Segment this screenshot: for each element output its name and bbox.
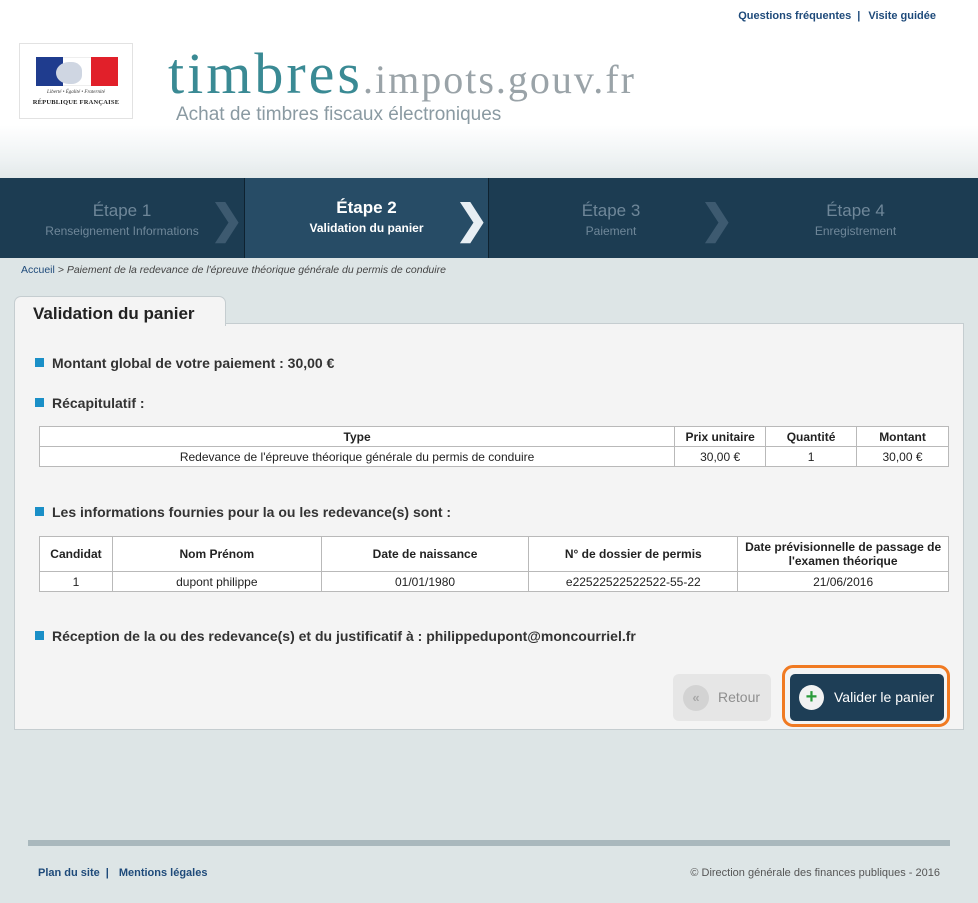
step-1-subtitle: Renseignement Informations <box>45 224 199 238</box>
step-4: Étape 4 Enregistrement <box>733 178 978 258</box>
table-cell: dupont philippe <box>111 571 322 592</box>
top-links-separator: | <box>857 10 861 22</box>
validate-cart-button[interactable]: + Valider le panier <box>790 674 944 721</box>
panel-tab-title: Validation du panier <box>14 296 226 326</box>
square-bullet-icon <box>35 507 44 516</box>
chevron-right-icon: ❯ <box>210 198 244 242</box>
header: Questions fréquentes | Visite guidée Liber… <box>0 0 978 178</box>
footer-copyright: © Direction générale des finances publiq… <box>690 867 940 879</box>
footer-separator: | <box>105 867 109 879</box>
faq-link[interactable]: Questions fréquentes <box>738 10 851 22</box>
column-header: Type <box>38 426 676 447</box>
guided-tour-link[interactable]: Visite guidée <box>868 10 936 22</box>
step-4-subtitle: Enregistrement <box>814 224 897 238</box>
column-header: Date de naissance <box>320 536 530 572</box>
breadcrumb-home-link[interactable]: Accueil <box>21 264 55 276</box>
info-heading: Les informations fournies pour la ou les… <box>35 504 451 520</box>
step-1-title: Étape 1 <box>92 201 152 220</box>
recap-heading: Récapitulatif : <box>35 395 145 411</box>
square-bullet-icon <box>35 358 44 367</box>
recap-table: Type Prix unitaire Quantité Montant Rede… <box>38 426 949 467</box>
column-header: Date prévisionnelle de passage de l'exam… <box>737 536 949 572</box>
step-3: Étape 3 Paiement <box>489 178 733 258</box>
step-1: Étape 1 Renseignement Informations <box>0 178 244 258</box>
table-cell: 30,00 € <box>856 446 949 467</box>
legal-notice-link[interactable]: Mentions légales <box>119 867 208 879</box>
reception-text: Réception de la ou des redevance(s) et d… <box>52 628 636 644</box>
step-3-title: Étape 3 <box>581 201 641 220</box>
chevron-right-icon: ❯ <box>700 198 734 242</box>
validate-cart-button-label: Valider le panier <box>834 689 935 705</box>
back-button[interactable]: « Retour <box>673 674 771 721</box>
square-bullet-icon <box>35 398 44 407</box>
breadcrumb: Accueil > Paiement de la redevance de l'… <box>21 264 446 276</box>
step-2-subtitle: Validation du panier <box>309 221 424 235</box>
breadcrumb-current: > Paiement de la redevance de l'épreuve … <box>54 264 446 276</box>
table-cell: 1 <box>39 571 113 592</box>
chevron-right-icon: ❯ <box>455 198 489 242</box>
table-cell: 30,00 € <box>674 446 767 467</box>
table-row: 1 dupont philippe 01/01/1980 e2252252252… <box>39 571 949 592</box>
logo-motto: Liberté • Égalité • Fraternité <box>47 90 105 95</box>
table-cell: Redevance de l'épreuve théorique général… <box>38 446 676 467</box>
footer-links: Plan du site | Mentions légales <box>38 867 207 879</box>
progress-steps: Étape 1 Renseignement Informations ❯ Éta… <box>0 178 978 258</box>
site-title-domain: .impots.gouv.fr <box>362 57 636 102</box>
column-header: Candidat <box>39 536 113 572</box>
step-2: Étape 2 Validation du panier <box>244 178 489 258</box>
column-header: Montant <box>856 426 949 447</box>
step-3-subtitle: Paiement <box>585 224 637 238</box>
reception-info: Réception de la ou des redevance(s) et d… <box>35 628 636 644</box>
step-4-title: Étape 4 <box>826 201 885 220</box>
back-button-label: Retour <box>718 689 761 705</box>
info-heading-text: Les informations fournies pour la ou les… <box>52 504 452 520</box>
info-table: Candidat Nom Prénom Date de naissance N°… <box>39 536 949 592</box>
footer-divider <box>28 840 950 846</box>
site-title-main: timbres <box>168 41 363 106</box>
top-links: Questions fréquentes | Visite guidée <box>738 10 936 22</box>
sitemap-link[interactable]: Plan du site <box>38 867 100 879</box>
total-amount: Montant global de votre paiement : 30,00… <box>35 355 334 371</box>
marianne-flag-icon <box>36 57 118 86</box>
table-cell: 01/01/1980 <box>320 571 530 592</box>
republique-francaise-logo[interactable]: Liberté • Égalité • Fraternité RÉPUBLIQU… <box>19 43 133 119</box>
table-header-row: Candidat Nom Prénom Date de naissance N°… <box>39 536 949 572</box>
column-header: Quantité <box>765 426 858 447</box>
table-cell: 21/06/2016 <box>737 571 949 592</box>
square-bullet-icon <box>35 631 44 640</box>
total-amount-text: Montant global de votre paiement : 30,00… <box>52 355 335 371</box>
logo-republic: RÉPUBLIQUE FRANÇAISE <box>32 99 120 106</box>
table-row: Redevance de l'épreuve théorique général… <box>38 446 949 467</box>
table-cell: 1 <box>765 446 858 467</box>
site-subtitle: Achat de timbres fiscaux électroniques <box>176 104 502 125</box>
table-header-row: Type Prix unitaire Quantité Montant <box>38 426 949 447</box>
double-chevron-left-icon: « <box>683 685 709 711</box>
column-header: Prix unitaire <box>674 426 767 447</box>
recap-heading-text: Récapitulatif : <box>52 395 145 411</box>
table-cell: e22522522522522-55-22 <box>528 571 739 592</box>
plus-icon: + <box>799 685 824 710</box>
step-2-title: Étape 2 <box>336 198 397 217</box>
column-header: Nom Prénom <box>111 536 322 572</box>
site-title[interactable]: timbres.impots.gouv.fr <box>168 40 636 107</box>
column-header: N° de dossier de permis <box>528 536 739 572</box>
